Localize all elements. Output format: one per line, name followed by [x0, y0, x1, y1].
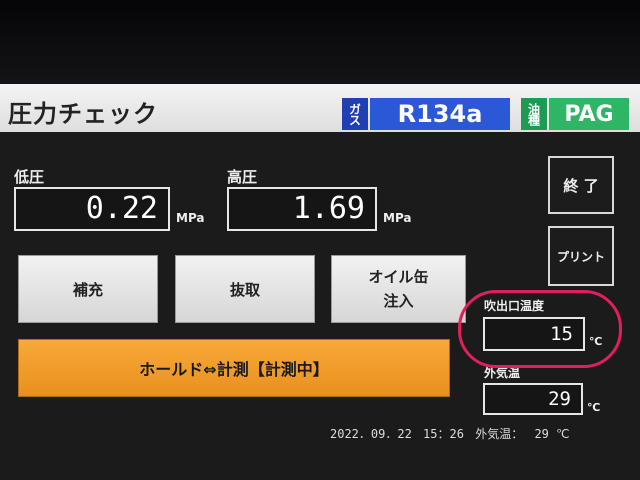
oil-type-value: PAG — [549, 98, 629, 130]
outside-temp-label: 外気温 — [484, 366, 521, 380]
footer-time: 15：26 — [423, 427, 464, 441]
refill-button[interactable]: 補充 — [18, 255, 158, 323]
high-pressure-value: 1.69 — [227, 187, 377, 231]
device-bezel — [0, 0, 640, 84]
oil-inject-label-line1: オイル缶 — [368, 268, 429, 286]
high-pressure-unit: MPa — [383, 211, 412, 225]
refill-button-label: 補充 — [72, 280, 103, 299]
end-button[interactable]: 終 了 — [548, 156, 614, 214]
oil-inject-button[interactable]: オイル缶 注入 — [331, 255, 466, 323]
outlet-temp-label: 吹出口温度 — [484, 299, 545, 313]
outside-temp-value: 29 — [483, 383, 583, 415]
print-button[interactable]: プリント — [548, 226, 614, 286]
low-pressure-unit: MPa — [176, 211, 205, 225]
gas-type-label: ガス — [342, 98, 368, 130]
oil-type-label: 油種 — [521, 98, 547, 130]
footer-outside-label: 外気温： — [475, 427, 524, 441]
extract-button-label: 抜取 — [229, 280, 260, 299]
high-pressure-label: 高圧 — [227, 168, 258, 186]
outlet-temp-unit: ℃ — [589, 335, 603, 348]
page-title: 圧力チェック — [8, 100, 158, 128]
footer-date: 2022．09．22 — [330, 427, 412, 441]
outlet-temp-value: 15 — [483, 317, 585, 351]
hold-measure-label: ホールド⇔計測【計測中】 — [139, 360, 329, 379]
low-pressure-label: 低圧 — [14, 168, 45, 186]
oil-inject-label-line2: 注入 — [383, 292, 414, 310]
gas-type-value: R134a — [370, 98, 510, 130]
screen: 圧力チェック ガス R134a 油種 PAG 低圧 0.22 MPa 高圧 1.… — [0, 84, 640, 480]
end-button-label: 終 了 — [563, 176, 599, 195]
hold-measure-button[interactable]: ホールド⇔計測【計測中】 — [18, 339, 450, 397]
status-footer: 2022．09．22 15：26 外気温： 29 ℃ — [330, 425, 630, 442]
footer-outside-value: 29 ℃ — [534, 427, 570, 441]
title-bar: 圧力チェック ガス R134a 油種 PAG — [0, 84, 640, 132]
print-button-label: プリント — [556, 249, 605, 264]
low-pressure-value: 0.22 — [14, 187, 170, 231]
extract-button[interactable]: 抜取 — [175, 255, 315, 323]
outside-temp-unit: ℃ — [587, 401, 601, 414]
